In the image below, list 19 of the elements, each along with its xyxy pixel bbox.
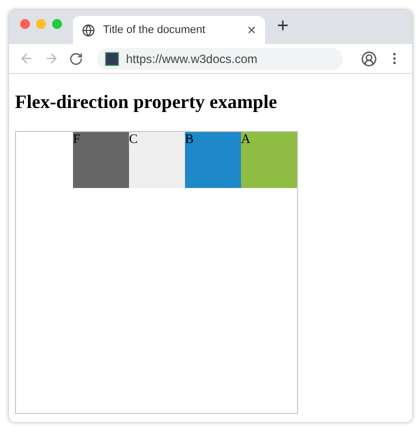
flex-item: A (241, 132, 297, 188)
reload-icon[interactable] (69, 52, 83, 66)
close-tab-button[interactable]: × (247, 22, 256, 38)
globe-icon (82, 24, 95, 36)
maximize-window-icon[interactable] (52, 19, 62, 29)
flex-item: B (185, 132, 241, 188)
browser-tab[interactable]: Title of the document × (73, 16, 265, 44)
close-window-icon[interactable] (20, 19, 30, 29)
new-tab-button[interactable]: + (277, 14, 289, 38)
flex-item: C (129, 132, 185, 188)
address-bar[interactable]: https://www.w3docs.com (97, 48, 343, 70)
flex-item: F (73, 132, 129, 188)
forward-icon[interactable] (44, 51, 59, 66)
site-favicon-icon (105, 52, 119, 66)
tab-title: Title of the document (103, 24, 206, 36)
page-heading: Flex-direction property example (15, 92, 278, 114)
back-icon[interactable] (19, 51, 34, 66)
profile-icon[interactable] (361, 50, 377, 66)
minimize-window-icon[interactable] (36, 19, 46, 29)
